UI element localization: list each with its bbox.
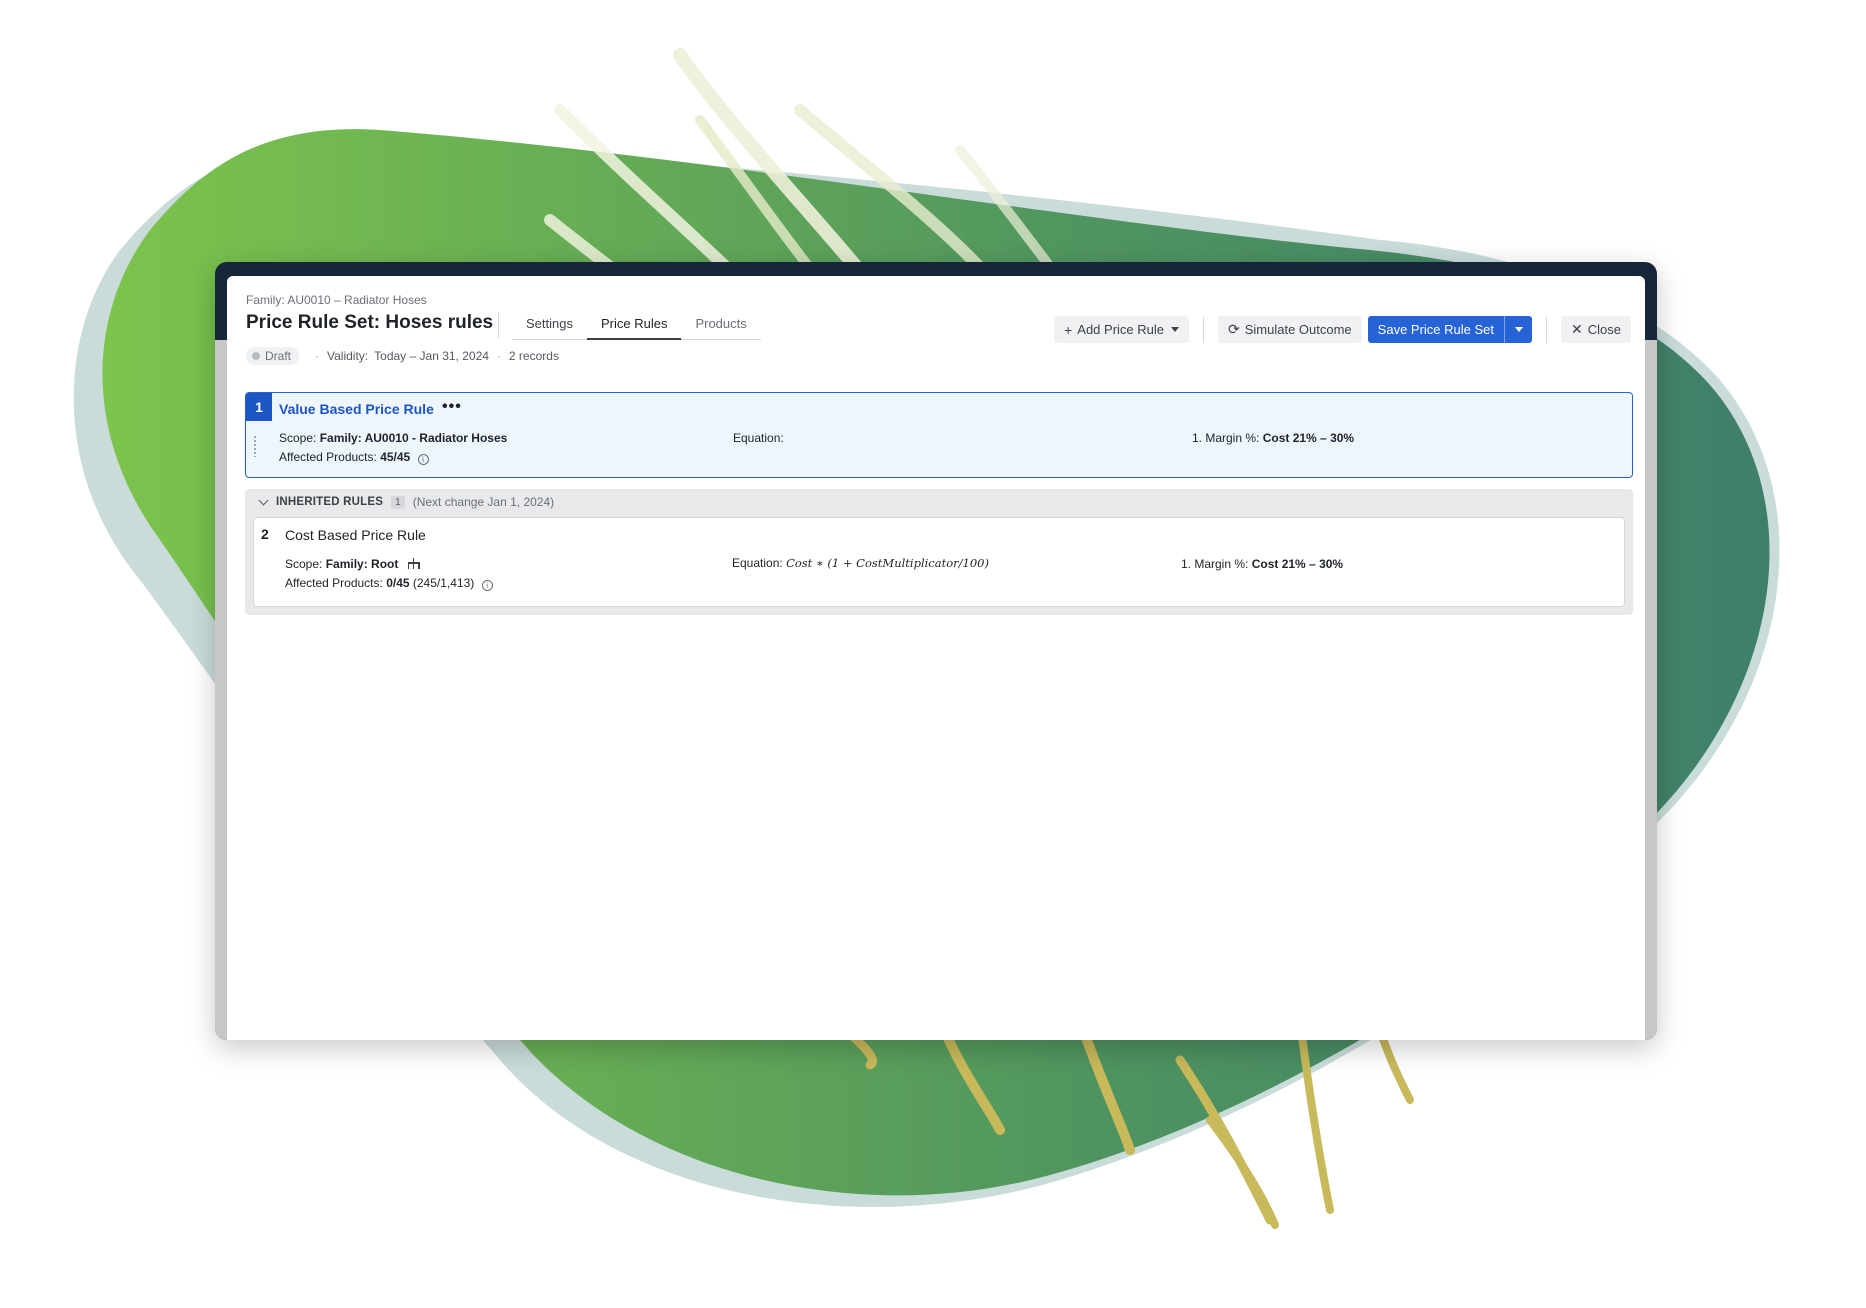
- affected-value: 0/45: [386, 576, 410, 590]
- refresh-icon: ⟳: [1228, 321, 1240, 337]
- info-icon[interactable]: i: [417, 454, 429, 465]
- page-title: Price Rule Set: Hoses rules: [246, 312, 494, 333]
- inherited-rules-header[interactable]: INHERITED RULES 1 (Next change Jan 1, 20…: [258, 495, 554, 509]
- tab-settings[interactable]: Settings: [512, 310, 587, 340]
- separator-dot: ·: [496, 349, 501, 363]
- rule-equation: Equation:: [733, 431, 784, 445]
- scope-label: Scope:: [279, 431, 317, 445]
- price-rule-card[interactable]: 2 Cost Based Price Rule Scope: Family: R…: [253, 517, 1625, 607]
- simulate-outcome-button[interactable]: ⟳ Simulate Outcome: [1218, 316, 1362, 343]
- more-icon[interactable]: •••: [442, 398, 462, 416]
- simulate-outcome-label: Simulate Outcome: [1244, 322, 1352, 337]
- status-dot-icon: [252, 352, 260, 360]
- caret-down-icon: [1514, 327, 1523, 332]
- close-button[interactable]: ✕ Close: [1561, 316, 1631, 343]
- affected-value: 45/45: [380, 450, 411, 464]
- tab-price-rules[interactable]: Price Rules: [586, 310, 682, 340]
- window-right-edge: [1645, 340, 1657, 1040]
- status-badge: Draft: [246, 347, 300, 365]
- rule-affected-products: Affected Products: 45/45 i: [279, 450, 429, 465]
- rule-equation: Equation: Cost ∗ (1 + CostMultiplicator/…: [732, 556, 989, 570]
- inherited-rules-section: INHERITED RULES 1 (Next change Jan 1, 20…: [245, 489, 1633, 615]
- close-icon: ✕: [1571, 321, 1583, 337]
- add-price-rule-label: Add Price Rule: [1077, 322, 1164, 337]
- affected-extra: (245/1,413): [412, 576, 475, 590]
- rule-margin: 1. Margin %: Cost 21% – 30%: [1192, 431, 1354, 445]
- save-options-dropdown[interactable]: [1504, 316, 1533, 343]
- margin-label: 1. Margin %:: [1181, 557, 1249, 571]
- scope-value: Family: Root: [325, 557, 399, 571]
- margin-value: Cost 21% – 30%: [1251, 557, 1344, 571]
- plus-icon: +: [1064, 321, 1073, 338]
- status-row: Draft · Validity: Today – Jan 31, 2024 ·…: [246, 347, 559, 365]
- scope-label: Scope:: [285, 557, 323, 571]
- equation-value: Cost ∗ (1 + CostMultiplicator/100): [786, 556, 989, 570]
- window-left-edge: [215, 340, 227, 1040]
- close-label: Close: [1587, 322, 1621, 337]
- equation-label: Equation:: [732, 556, 783, 570]
- rule-margin: 1. Margin %: Cost 21% – 30%: [1181, 557, 1343, 571]
- hierarchy-icon: [407, 558, 421, 569]
- save-price-rule-set-button[interactable]: Save Price Rule Set: [1367, 316, 1505, 343]
- price-rule-card[interactable]: 1 Value Based Price Rule ••• Scope: Fami…: [245, 392, 1633, 478]
- rule-number: 1: [246, 393, 272, 421]
- drag-handle-icon[interactable]: [253, 435, 257, 457]
- validity-label: Validity:: [327, 349, 369, 363]
- equation-label: Equation:: [733, 431, 784, 445]
- inherited-rules-count: 1: [391, 495, 405, 509]
- margin-label: 1. Margin %:: [1192, 431, 1260, 445]
- inherited-rules-label: INHERITED RULES: [276, 496, 384, 508]
- title-divider: [498, 312, 499, 338]
- breadcrumb[interactable]: Family: AU0010 – Radiator Hoses: [246, 293, 427, 307]
- scope-value: Family: AU0010 - Radiator Hoses: [319, 431, 508, 445]
- margin-value: Cost 21% – 30%: [1262, 431, 1355, 445]
- separator-dot: ·: [315, 349, 320, 363]
- tab-bar: Settings Price Rules Products: [512, 310, 761, 340]
- validity-value: Today – Jan 31, 2024: [374, 349, 489, 363]
- affected-label: Affected Products:: [279, 450, 377, 464]
- affected-label: Affected Products:: [285, 576, 383, 590]
- app-window: Family: AU0010 – Radiator Hoses Price Ru…: [215, 262, 1657, 1040]
- toolbar-divider: [1203, 316, 1204, 343]
- rule-scope: Scope: Family: Root: [285, 557, 421, 571]
- info-icon[interactable]: i: [481, 580, 493, 591]
- chevron-down-icon[interactable]: [258, 495, 269, 505]
- rule-name-link[interactable]: Value Based Price Rule: [279, 401, 434, 417]
- rule-scope: Scope: Family: AU0010 - Radiator Hoses: [279, 431, 507, 445]
- price-rule-set-panel: Family: AU0010 – Radiator Hoses Price Ru…: [227, 276, 1645, 1040]
- rule-name[interactable]: Cost Based Price Rule: [285, 527, 426, 543]
- toolbar: + Add Price Rule ⟳ Simulate Outcome Save…: [1054, 316, 1631, 343]
- rule-number: 2: [261, 526, 269, 542]
- status-badge-label: Draft: [265, 349, 292, 363]
- add-price-rule-button[interactable]: + Add Price Rule: [1054, 316, 1189, 343]
- rule-affected-products: Affected Products: 0/45 (245/1,413) i: [285, 576, 493, 591]
- tab-products[interactable]: Products: [681, 310, 760, 340]
- caret-down-icon: [1171, 327, 1179, 332]
- toolbar-divider: [1546, 316, 1548, 343]
- next-change-note: (Next change Jan 1, 2024): [412, 495, 555, 509]
- records-count: 2 records: [508, 349, 559, 363]
